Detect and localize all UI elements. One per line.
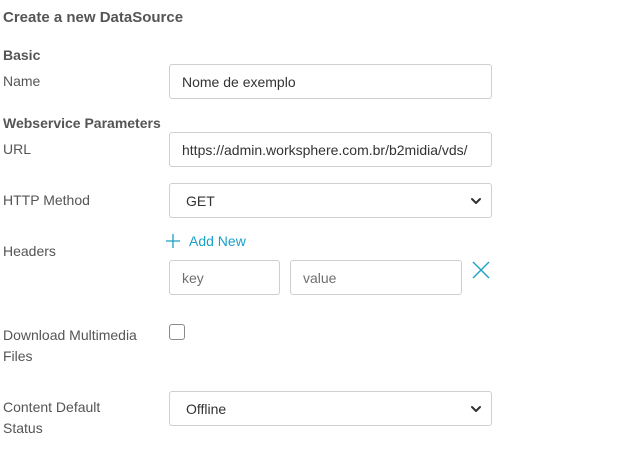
- plus-icon: [166, 234, 180, 248]
- name-input[interactable]: [169, 64, 492, 99]
- http-method-label: HTTP Method: [3, 192, 90, 208]
- download-multimedia-checkbox[interactable]: [169, 324, 185, 340]
- close-icon[interactable]: [471, 260, 491, 280]
- section-heading-basic: Basic: [3, 47, 41, 63]
- url-label: URL: [3, 141, 32, 157]
- page-title: Create a new DataSource: [3, 9, 184, 26]
- section-heading-webservice: Webservice Parameters: [3, 115, 161, 131]
- download-multimedia-label-line1: Download Multimedia: [3, 327, 137, 343]
- add-new-label: Add New: [189, 233, 246, 249]
- add-header-button[interactable]: Add New: [165, 233, 246, 249]
- headers-label: Headers: [3, 243, 56, 259]
- chevron-down-icon: [471, 197, 481, 204]
- header-key-input[interactable]: [169, 260, 280, 295]
- header-value-input[interactable]: [290, 260, 462, 295]
- content-default-status-select[interactable]: Offline: [169, 391, 492, 426]
- download-multimedia-label: Download Multimedia Files: [3, 325, 137, 367]
- content-default-status-label-line1: Content Default: [3, 399, 101, 415]
- content-default-status-label: Content Default Status: [3, 397, 100, 439]
- name-label: Name: [3, 73, 41, 89]
- content-default-status-value: Offline: [186, 400, 227, 417]
- http-method-select[interactable]: GET: [169, 183, 492, 218]
- download-multimedia-label-line2: Files: [3, 348, 33, 364]
- http-method-value: GET: [186, 192, 215, 209]
- chevron-down-icon: [471, 405, 481, 412]
- url-input[interactable]: [169, 132, 492, 167]
- content-default-status-label-line2: Status: [3, 420, 43, 436]
